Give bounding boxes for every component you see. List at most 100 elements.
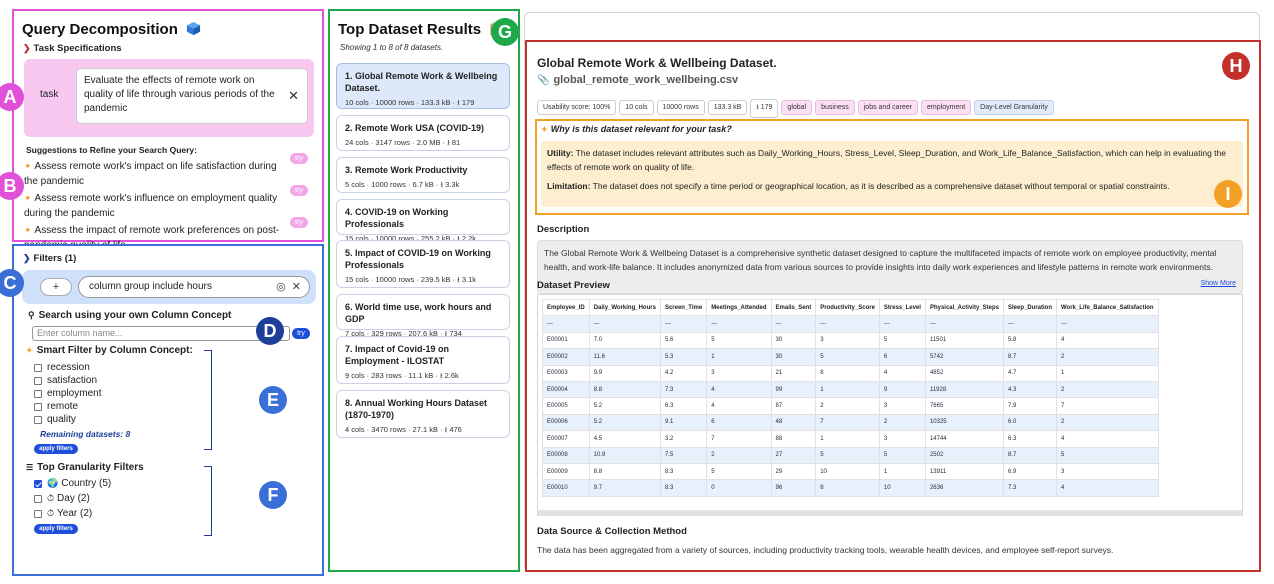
result-card[interactable]: 8. Annual Working Hours Dataset (1870-19… — [336, 390, 510, 438]
concept-checkbox[interactable]: recession — [34, 362, 90, 373]
concept-checkbox[interactable]: employment — [34, 388, 101, 399]
annotation-badge-e: E — [259, 386, 287, 414]
table-cell: 7.0 — [588, 331, 661, 350]
utility-text: Utility: The dataset includes relevant a… — [547, 146, 1237, 174]
table-cell: --- — [1056, 315, 1159, 333]
result-card[interactable]: 4. COVID-19 on Working Professionals 15 … — [336, 199, 510, 243]
checkbox[interactable] — [34, 389, 42, 398]
result-card[interactable]: 7. Impact of Covid-19 on Employment - IL… — [336, 336, 510, 384]
task-specs-label: Task Specifications — [33, 43, 122, 54]
results-title-row: Top Dataset Results — [338, 21, 502, 41]
filters-heading-label: Filters (1) — [33, 253, 77, 264]
table-cell: 5 — [706, 331, 772, 350]
try-button[interactable]: try — [290, 153, 308, 164]
checkbox[interactable] — [34, 494, 42, 503]
results-title: Top Dataset Results — [338, 21, 482, 38]
sparkle-icon: ✦ — [541, 125, 548, 134]
checkbox[interactable] — [34, 415, 42, 424]
table-header-cell: Employee_ID — [542, 298, 590, 317]
concept-checkbox[interactable]: quality — [34, 414, 76, 425]
remaining-datasets: Remaining datasets: 8 — [40, 429, 131, 439]
close-icon[interactable]: ✕ — [288, 89, 299, 103]
concept-checkbox[interactable]: remote — [34, 401, 78, 412]
try-button[interactable]: try — [290, 217, 308, 228]
tag: jobs and career — [857, 100, 919, 115]
column-search-heading: ⚲ Search using your own Column Concept — [28, 310, 231, 321]
result-meta: 4 cols · 3470 rows · 27.1 kB · ⭳ 476 — [345, 425, 462, 434]
close-icon[interactable]: ✕ — [292, 281, 301, 293]
checkbox[interactable] — [34, 402, 42, 411]
result-card[interactable]: 3. Remote Work Productivity 5 cols · 100… — [336, 157, 510, 193]
table-cell: 5 — [878, 446, 926, 464]
table-cell: E00003 — [542, 364, 590, 382]
table-row: E00007 4.5 3.2 7 88 1 3 14744 6.3 4 — [542, 430, 1159, 448]
concept-label: remote — [47, 401, 79, 412]
table-cell: 2 — [1056, 348, 1159, 366]
checkbox[interactable] — [34, 363, 42, 372]
result-card[interactable]: 1. Global Remote Work & Wellbeing Datase… — [336, 63, 510, 109]
table-cell: 7.9 — [1002, 397, 1058, 415]
checkbox[interactable] — [34, 376, 42, 385]
granularity-checkbox[interactable]: ⏱ Day (2) — [34, 493, 90, 504]
cube-icon — [186, 21, 201, 41]
limitation-text: Limitation: The dataset does not specify… — [547, 179, 1237, 193]
concept-checkbox[interactable]: satisfaction — [34, 375, 97, 386]
task-input[interactable]: Evaluate the effects of remote work on q… — [76, 68, 308, 124]
granularity-label: Top Granularity Filters — [37, 462, 144, 473]
table-cell: 9.9 — [588, 364, 661, 382]
result-card[interactable]: 6. World time use, work hours and GDP 7 … — [336, 294, 510, 338]
show-more-link[interactable]: Show More — [1201, 277, 1236, 291]
result-title: 7. Impact of Covid-19 on Employment - IL… — [345, 344, 450, 366]
suggestion-text: Assess remote work's influence on employ… — [24, 193, 278, 219]
column-try-button[interactable]: try — [292, 328, 310, 339]
sparkle-icon: ✦ — [24, 225, 32, 235]
try-button[interactable]: try — [290, 185, 308, 196]
table-cell: 96 — [770, 479, 817, 497]
tag: business — [815, 100, 855, 115]
table-cell: 30 — [770, 331, 817, 350]
checkbox[interactable] — [34, 479, 42, 488]
results-count: Showing 1 to 8 of 8 datasets. — [340, 43, 444, 52]
table-cell: 10 — [815, 462, 880, 481]
column-name-input[interactable]: Enter column name... — [32, 326, 290, 341]
result-title: 3. Remote Work Productivity — [345, 165, 468, 175]
table-cell: E00007 — [542, 430, 590, 448]
granularity-checkbox[interactable]: 🌍 Country (5) — [34, 478, 111, 489]
dataset-file[interactable]: 📎 global_remote_work_wellbeing.csv — [537, 74, 738, 86]
table-row: E00003 9.9 4.2 3 21 8 4 4852 4.7 1 — [542, 364, 1159, 382]
table-cell: 8.8 — [588, 462, 661, 481]
table-cell: 5.2 — [588, 413, 661, 432]
result-card[interactable]: 5. Impact of COVID-19 on Working Profess… — [336, 240, 510, 288]
suggestion-item[interactable]: ✦ Assess remote work's impact on life sat… — [24, 159, 292, 189]
apply-filters-button[interactable]: apply filters — [34, 444, 78, 454]
table-cell: --- — [815, 315, 880, 333]
table-cell: 87 — [770, 397, 817, 415]
tag: employment — [921, 100, 972, 115]
table-cell: 4 — [706, 380, 772, 399]
table-cell: 6.0 — [1002, 413, 1058, 432]
dataset-preview-table[interactable]: Employee_ID Daily_Working_Hours Screen_Tim… — [537, 294, 1243, 516]
table-cell: 27 — [770, 446, 817, 464]
dataset-detail-panel: Global Remote Work & Wellbeing Dataset. … — [525, 40, 1261, 572]
granularity-checkbox[interactable]: ⏱ Year (2) — [34, 508, 92, 519]
table-cell: 2502 — [924, 446, 1004, 464]
table-cell: 3 — [878, 397, 926, 415]
utility-body: The dataset includes relevant attributes… — [547, 148, 1226, 172]
table-row: E00002 11.6 5.3 1 30 5 6 5742 8.7 2 — [542, 348, 1159, 366]
preview-table: Employee_ID Daily_Working_Hours Screen_Tim… — [542, 298, 1159, 497]
result-card[interactable]: 2. Remote Work USA (COVID-19) 24 cols · … — [336, 115, 510, 151]
table-cell: 4 — [878, 364, 926, 382]
search-icon: ⚲ — [28, 310, 35, 320]
suggestion-item[interactable]: ✦ Assess remote work's influence on emplo… — [24, 191, 292, 221]
table-cell: 7.3 — [659, 380, 708, 399]
table-cell: 5742 — [924, 348, 1004, 366]
active-filter-input[interactable]: column group include hours ◎ ✕ — [78, 276, 310, 298]
checkbox[interactable] — [34, 509, 42, 518]
apply-filters-button[interactable]: apply filters — [34, 524, 78, 534]
eye-icon[interactable]: ◎ — [276, 281, 286, 293]
table-header-cell: Screen_Time — [659, 298, 708, 317]
table-cell: 5 — [815, 446, 880, 464]
add-filter-button[interactable]: + — [40, 278, 72, 296]
table-cell: 5 — [706, 462, 772, 481]
table-cell: 5 — [1056, 446, 1159, 464]
